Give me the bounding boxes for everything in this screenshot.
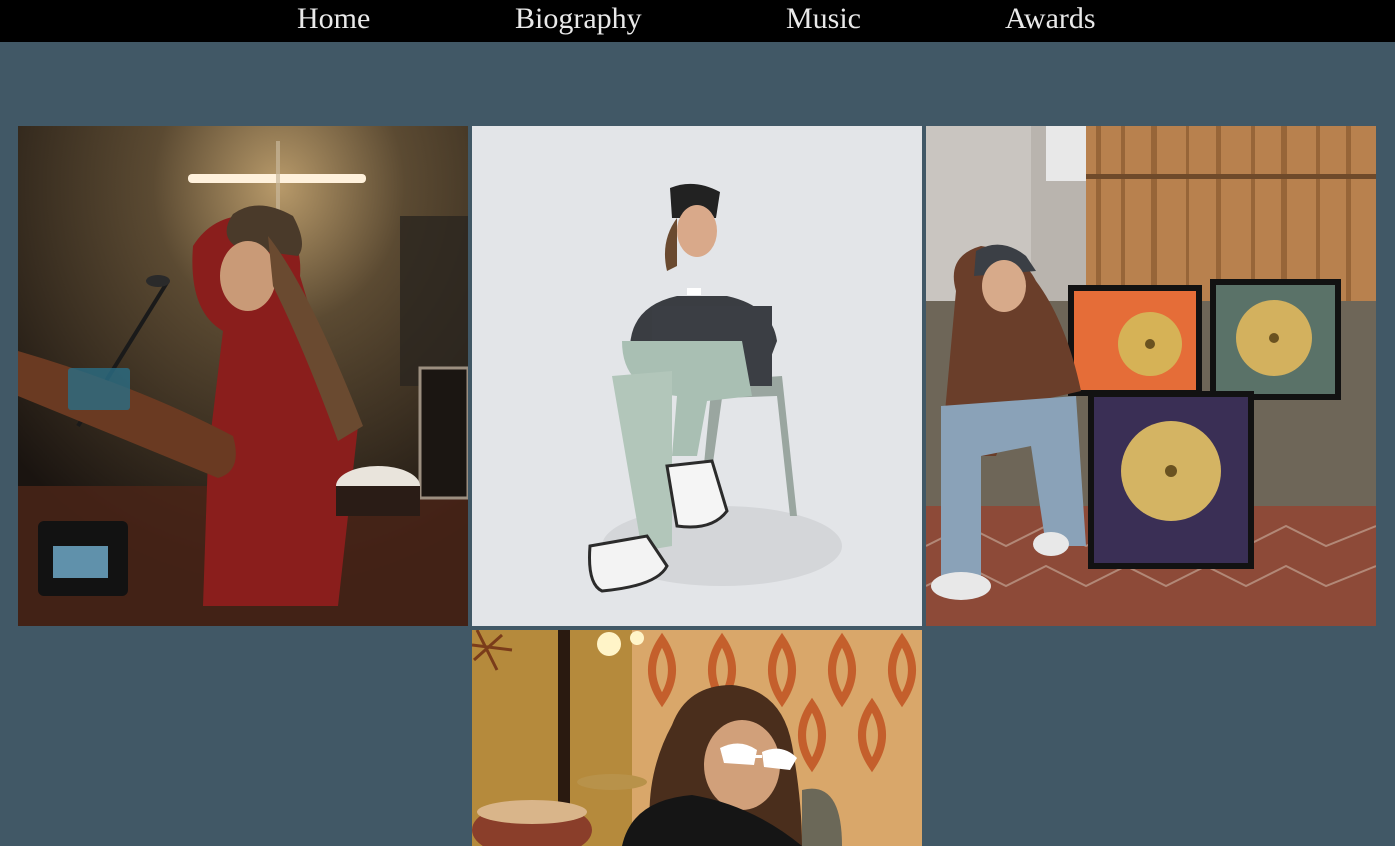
gold-records-image <box>926 126 1376 626</box>
nav-link-home[interactable]: Home <box>297 0 370 38</box>
gallery-photo-gold-records[interactable] <box>926 126 1376 626</box>
gallery-photo-folding-chair[interactable] <box>472 126 922 626</box>
gallery-photo-sunglasses[interactable] <box>472 630 922 846</box>
nav-link-awards[interactable]: Awards <box>1005 0 1096 38</box>
gallery-photo-studio-guitar[interactable] <box>18 126 468 626</box>
top-navbar: Home Biography Music Awards <box>0 0 1395 42</box>
sunglasses-image <box>472 630 922 846</box>
nav-link-music[interactable]: Music <box>786 0 861 38</box>
folding-chair-image <box>472 126 922 626</box>
nav-link-biography[interactable]: Biography <box>515 0 642 38</box>
studio-guitar-image <box>18 126 468 626</box>
